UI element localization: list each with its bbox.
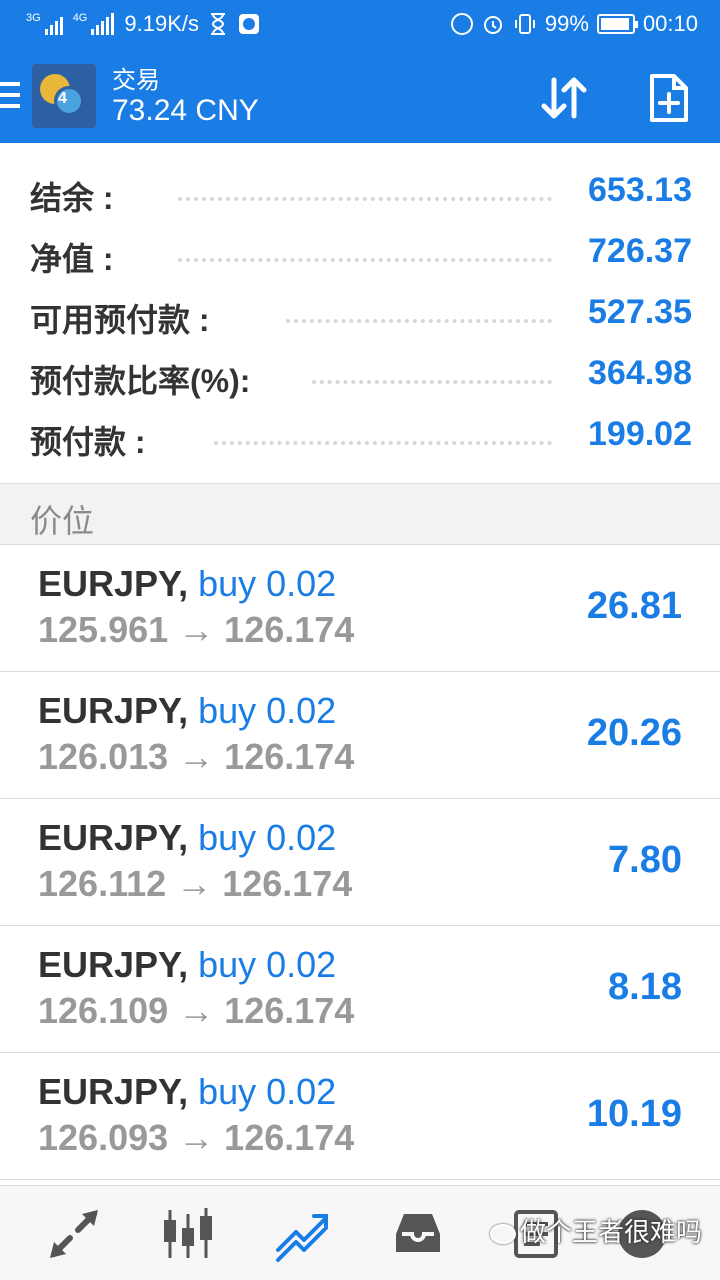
network-label-4g: 4G [72,12,88,24]
sort-button[interactable] [536,70,592,126]
dot-leader [312,380,552,384]
position-current-price: 126.174 [222,863,353,904]
account-summary: 结余 : 653.13 净值 : 726.37 可用预付款 : 527.35 预… [0,143,720,483]
nav-trade[interactable] [272,1204,332,1264]
signal-3g-icon: 3G [26,13,63,35]
top-bar: 3G 4G 9.19K/s 99% 00:10 4 交易 73.24 CNY [0,0,720,143]
signal-4g-icon: 4G [73,13,115,35]
watermark: 做个王者很难吗 [490,1212,702,1249]
position-side: buy 0.02 [198,817,337,858]
section-title: 价位 [30,503,95,539]
page-title: 交易 [112,67,160,94]
menu-icon[interactable] [0,82,20,110]
watermark-text: 做个王者很难吗 [520,1217,703,1247]
position-open-price: 125.961 [38,609,169,650]
arrows-diagonal-icon [50,1210,98,1258]
summary-row-free-margin: 可用预付款 : 527.35 [0,287,720,343]
position-symbol: EURJPY, [38,1071,189,1112]
position-symbol: EURJPY, [38,817,189,858]
position-profit: 7.80 [608,839,682,881]
arrow-right-icon: → [178,990,215,1031]
sort-arrows-icon [541,77,587,119]
position-profit: 10.19 [586,1093,682,1135]
positions-list: EURJPY, buy 0.02 125.961 → 126.174 26.81… [0,545,720,1185]
summary-label: 结余 : [30,180,114,216]
clock-time: 00:10 [642,11,698,36]
arrow-right-icon: → [178,1117,215,1158]
position-open-price: 126.109 [38,990,169,1031]
new-document-icon [650,74,688,122]
arrow-right-icon: → [178,736,215,777]
position-profit: 8.18 [608,966,682,1008]
position-symbol: EURJPY, [38,944,189,985]
summary-label: 可用预付款 : [30,302,210,338]
dot-leader [178,258,552,262]
new-order-button[interactable] [640,70,696,126]
summary-value: 364.98 [588,354,692,392]
arrow-right-icon: → [176,863,213,904]
summary-row-margin-level: 预付款比率(%): 364.98 [0,348,720,404]
trend-icon [276,1214,328,1262]
position-current-price: 126.174 [224,1117,355,1158]
summary-row-margin: 预付款 : 199.02 [0,409,720,465]
network-speed: 9.19K/s [124,11,199,36]
hourglass-icon [210,13,225,35]
position-row[interactable]: EURJPY, buy 0.02 126.093 → 126.174 10.19 [0,1053,720,1180]
position-row[interactable]: EURJPY, buy 0.02 125.961 → 126.174 26.81 [0,545,720,672]
position-profit: 20.26 [586,712,682,754]
position-side: buy 0.02 [198,1071,337,1112]
network-label-3g: 3G [26,12,41,24]
summary-value: 527.35 [588,293,692,331]
position-current-price: 126.174 [224,736,355,777]
position-open-price: 126.112 [38,863,167,904]
summary-value: 726.37 [588,232,692,270]
dot-leader [286,319,552,323]
data-saver-icon [450,13,473,35]
position-row[interactable]: EURJPY, buy 0.02 126.013 → 126.174 20.26 [0,672,720,799]
status-bar: 3G 4G 9.19K/s 99% 00:10 [0,0,720,50]
app-notification-icon [238,14,259,34]
summary-row-balance: 结余 : 653.13 [0,165,720,221]
inbox-icon [396,1214,440,1252]
logo-number: 4 [58,90,67,107]
position-current-price: 126.174 [224,990,355,1031]
nav-quotes[interactable] [44,1204,104,1264]
nav-history[interactable] [388,1204,448,1264]
positions-section-header: 价位 [0,483,720,545]
summary-label: 预付款比率(%): [30,363,251,399]
summary-label: 预付款 : [30,424,146,460]
position-symbol: EURJPY, [38,563,189,604]
battery-icon [596,14,638,34]
position-side: buy 0.02 [198,690,337,731]
nav-chart[interactable] [158,1204,218,1264]
app-bar: 4 交易 73.24 CNY [0,52,720,143]
arrow-right-icon: → [178,609,215,650]
position-open-price: 126.013 [38,736,169,777]
position-current-price: 126.174 [224,609,355,650]
position-row[interactable]: EURJPY, buy 0.02 126.109 → 126.174 8.18 [0,926,720,1053]
dot-leader [178,197,552,201]
summary-row-equity: 净值 : 726.37 [0,226,720,282]
weibo-logo-icon [490,1224,516,1245]
summary-value: 199.02 [588,415,692,453]
position-side: buy 0.02 [198,563,337,604]
position-row[interactable]: EURJPY, buy 0.02 126.112 → 126.174 7.80 [0,799,720,926]
position-profit: 26.81 [586,585,682,627]
position-open-price: 126.093 [38,1117,169,1158]
candlestick-icon [164,1208,212,1258]
alarm-icon [483,16,502,34]
app-root: 3G 4G 9.19K/s 99% 00:10 4 交易 73.24 CNY 结… [0,0,720,1280]
metatrader-logo: 4 [32,64,96,128]
summary-value: 653.13 [588,171,692,209]
summary-label: 净值 : [30,241,114,277]
vibrate-icon [514,14,535,34]
battery-percent: 99% [544,11,589,36]
dot-leader [214,441,552,445]
account-balance: 73.24 CNY [112,94,259,127]
position-side: buy 0.02 [198,944,337,985]
position-symbol: EURJPY, [38,690,189,731]
